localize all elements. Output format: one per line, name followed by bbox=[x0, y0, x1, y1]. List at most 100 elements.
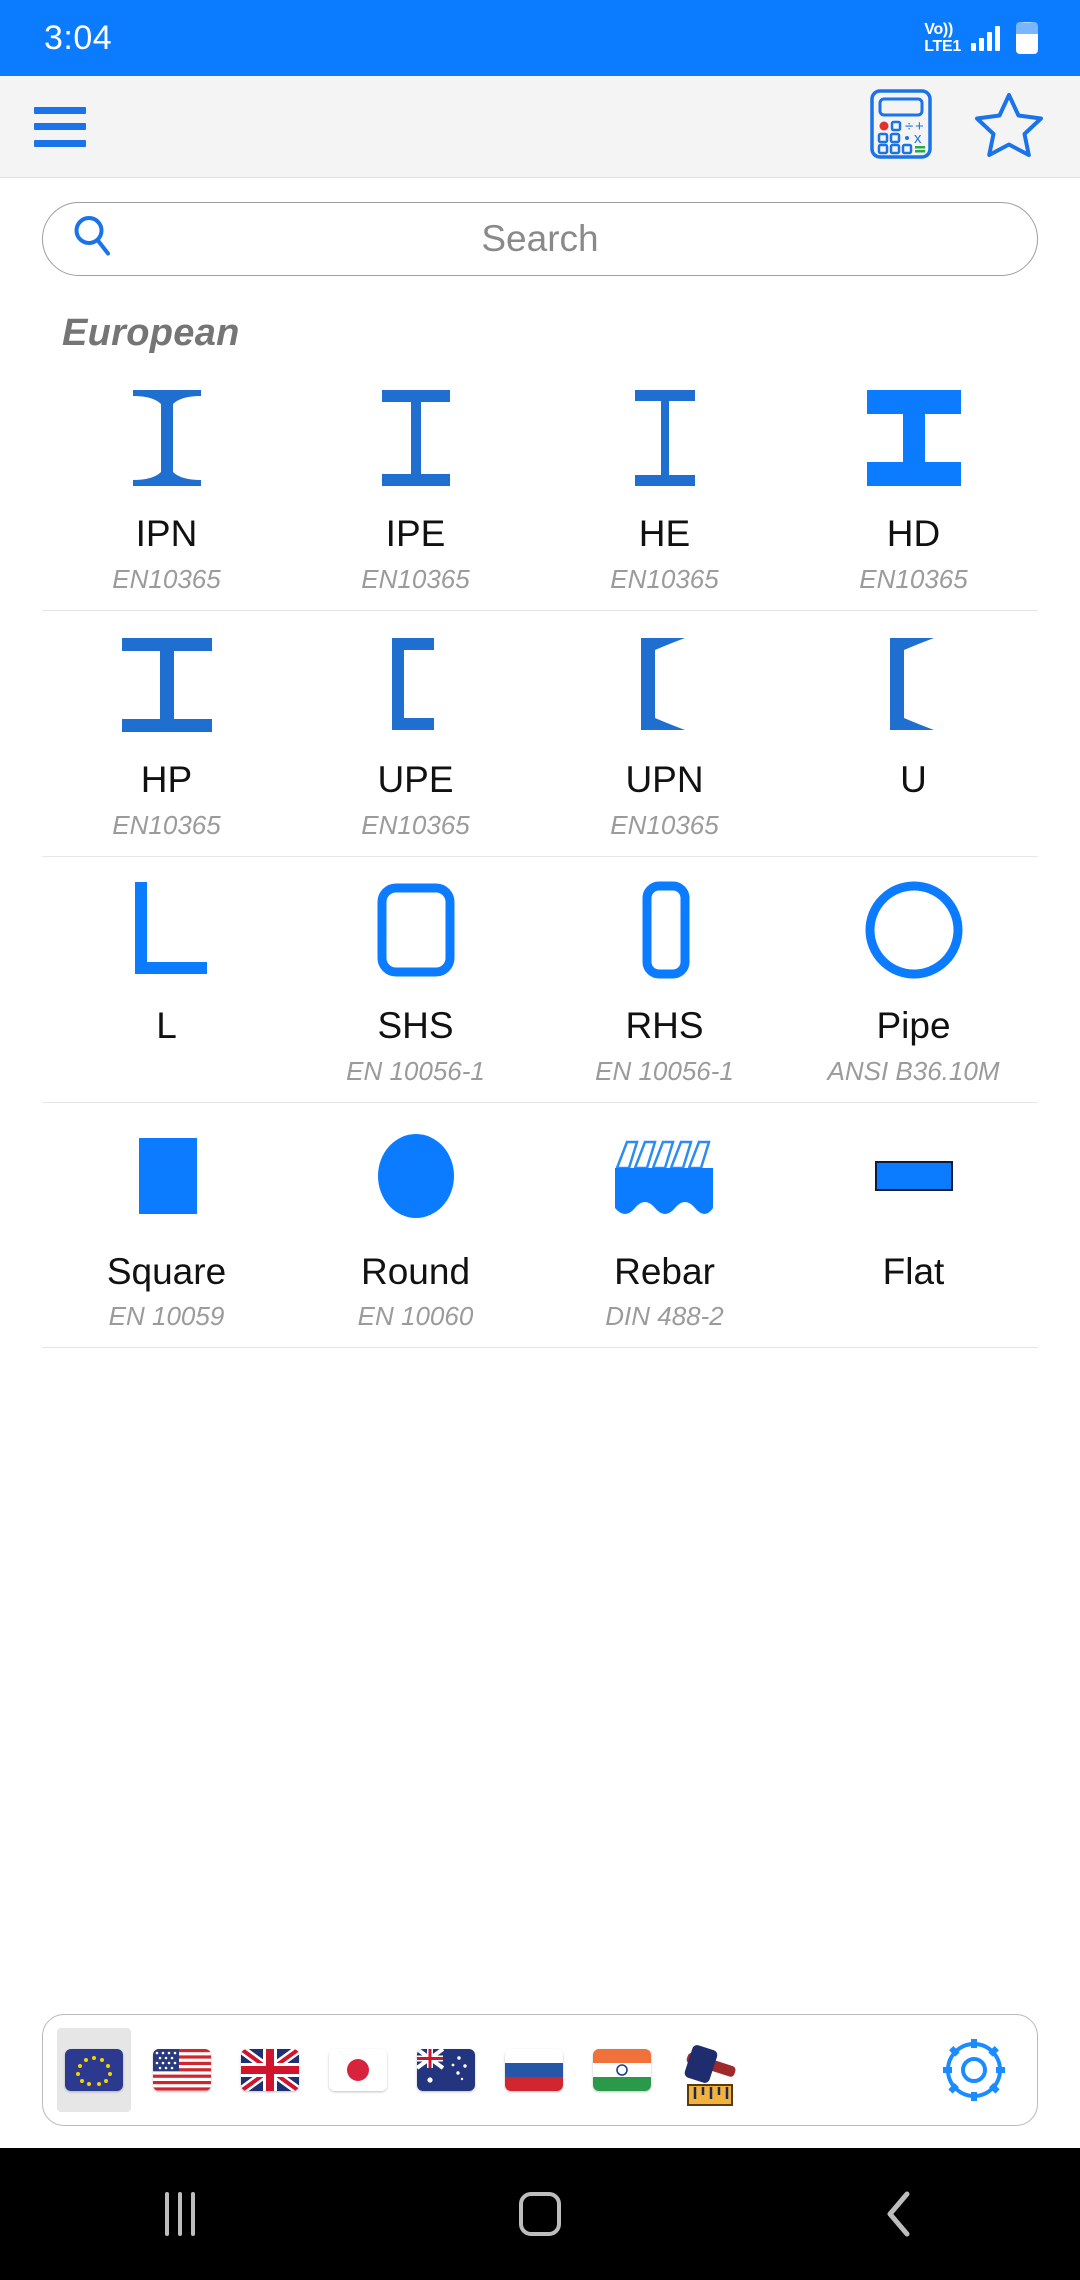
channel-tapered-icon bbox=[625, 625, 705, 743]
profile-cell-l[interactable]: L bbox=[42, 857, 291, 1102]
profile-name: Flat bbox=[882, 1250, 945, 1292]
profile-cell-hd[interactable]: HD EN10365 bbox=[789, 365, 1038, 610]
profile-cell-ipe[interactable]: IPE EN10365 bbox=[291, 365, 540, 610]
status-icons: Vo)) LTE1 bbox=[924, 20, 1038, 55]
search-input[interactable]: Search bbox=[43, 218, 1037, 260]
profile-cell-upe[interactable]: UPE EN10365 bbox=[291, 611, 540, 856]
status-bar: 3:04 Vo)) LTE1 bbox=[0, 0, 1080, 76]
profile-grid: IPN EN10365 IPE EN10365 HE EN10365 HD EN… bbox=[0, 365, 1080, 1349]
profile-standard: EN10365 bbox=[112, 809, 221, 840]
solid-round-bar-icon bbox=[364, 1117, 468, 1235]
home-icon[interactable] bbox=[480, 2148, 600, 2280]
profile-name: UPN bbox=[625, 758, 704, 800]
profile-standard: ANSI B36.10M bbox=[827, 1055, 1000, 1086]
profile-name: UPE bbox=[377, 758, 454, 800]
profile-name: U bbox=[900, 758, 927, 800]
pipe-circle-icon bbox=[862, 871, 966, 989]
gear-icon[interactable] bbox=[931, 2037, 1017, 2103]
flag-eu-icon[interactable] bbox=[57, 2028, 131, 2112]
profile-name: SHS bbox=[377, 1004, 454, 1046]
rectangular-hollow-section-icon bbox=[613, 871, 717, 989]
region-bar-wrapper bbox=[0, 2014, 1080, 2148]
profile-cell-ipn[interactable]: IPN EN10365 bbox=[42, 365, 291, 610]
profile-cell-flat[interactable]: Flat bbox=[789, 1103, 1038, 1348]
recents-icon[interactable] bbox=[120, 2148, 240, 2280]
flag-uk-icon[interactable] bbox=[233, 2028, 307, 2112]
app-bar-actions: ÷ + x bbox=[870, 89, 1044, 164]
profile-name: RHS bbox=[625, 1004, 704, 1046]
region-bar bbox=[42, 2014, 1038, 2126]
section-title: European bbox=[62, 312, 240, 354]
flag-russia-icon[interactable] bbox=[497, 2028, 571, 2112]
profile-standard: EN10365 bbox=[112, 563, 221, 594]
profile-cell-round[interactable]: Round EN 10060 bbox=[291, 1103, 540, 1348]
volte-label-bottom: LTE1 bbox=[924, 37, 961, 55]
star-outline-icon[interactable] bbox=[974, 91, 1044, 162]
profile-cell-hp[interactable]: HP EN10365 bbox=[42, 611, 291, 856]
flag-us-icon[interactable] bbox=[145, 2028, 219, 2112]
square-hollow-section-icon bbox=[364, 871, 468, 989]
profile-name: Square bbox=[106, 1250, 227, 1292]
i-beam-tapered-icon bbox=[115, 379, 219, 497]
svg-text:x: x bbox=[914, 130, 922, 147]
flag-india-icon[interactable] bbox=[585, 2028, 659, 2112]
profile-name: L bbox=[156, 1004, 177, 1046]
h-beam-wide-icon bbox=[859, 379, 969, 497]
search-bar[interactable]: Search bbox=[42, 202, 1038, 276]
flag-australia-icon[interactable] bbox=[409, 2028, 483, 2112]
android-nav-bar bbox=[0, 2148, 1080, 2280]
app-bar: ÷ + x bbox=[0, 76, 1080, 178]
battery-icon bbox=[1016, 22, 1038, 54]
channel-u-icon bbox=[874, 625, 954, 743]
profile-name: HP bbox=[140, 758, 193, 800]
profile-cell-rhs[interactable]: RHS EN 10056-1 bbox=[540, 857, 789, 1102]
flag-japan-icon[interactable] bbox=[321, 2028, 395, 2112]
profile-cell-upn[interactable]: UPN EN10365 bbox=[540, 611, 789, 856]
profile-name: HD bbox=[886, 513, 941, 554]
profile-standard: EN 10056-1 bbox=[595, 1055, 734, 1086]
profile-standard: DIN 488-2 bbox=[605, 1301, 724, 1332]
profile-cell-pipe[interactable]: Pipe ANSI B36.10M bbox=[789, 857, 1038, 1102]
profile-standard: EN10365 bbox=[859, 563, 968, 594]
profile-name: HE bbox=[638, 513, 691, 554]
profile-standard: EN10365 bbox=[361, 809, 470, 840]
profile-row: IPN EN10365 IPE EN10365 HE EN10365 HD EN… bbox=[42, 365, 1038, 611]
hamburger-menu-icon[interactable] bbox=[34, 106, 86, 147]
hammer-ruler-icon[interactable] bbox=[673, 2028, 747, 2112]
volte-icon: Vo)) LTE1 bbox=[924, 20, 961, 55]
flat-bar-icon bbox=[862, 1117, 966, 1235]
h-beam-icon bbox=[613, 379, 717, 497]
svg-text:÷: ÷ bbox=[905, 118, 913, 135]
profile-standard: EN 10060 bbox=[357, 1301, 474, 1332]
angle-icon bbox=[115, 871, 219, 989]
channel-icon bbox=[376, 625, 456, 743]
calculator-icon[interactable]: ÷ + x bbox=[870, 89, 932, 164]
signal-bars-icon bbox=[971, 25, 1000, 51]
solid-square-bar-icon bbox=[115, 1117, 219, 1235]
status-clock: 3:04 bbox=[44, 19, 113, 57]
profile-row: L SHS EN 10056-1 RHS EN 10056-1 Pipe ANS… bbox=[42, 857, 1038, 1103]
profile-name: Rebar bbox=[614, 1250, 715, 1292]
profile-cell-square[interactable]: Square EN 10059 bbox=[42, 1103, 291, 1348]
profile-standard: EN10365 bbox=[361, 563, 470, 594]
profile-name: Pipe bbox=[876, 1004, 951, 1046]
region-flags bbox=[57, 2028, 931, 2112]
search-icon bbox=[71, 214, 115, 265]
profile-standard: EN 10059 bbox=[108, 1301, 225, 1332]
back-chevron-icon[interactable] bbox=[840, 2148, 960, 2280]
profile-name: IPE bbox=[385, 513, 446, 554]
search-section: Search bbox=[0, 178, 1080, 276]
profile-cell-shs[interactable]: SHS EN 10056-1 bbox=[291, 857, 540, 1102]
volte-label-top: Vo)) bbox=[924, 20, 953, 38]
profile-name: IPN bbox=[135, 513, 198, 554]
profile-cell-he[interactable]: HE EN10365 bbox=[540, 365, 789, 610]
app-screen: 3:04 Vo)) LTE1 ÷ + x Search European IPN… bbox=[0, 0, 1080, 2280]
profile-row: Square EN 10059 Round EN 10060 Rebar DIN… bbox=[42, 1103, 1038, 1349]
i-beam-icon bbox=[364, 379, 468, 497]
profile-cell-rebar[interactable]: Rebar DIN 488-2 bbox=[540, 1103, 789, 1348]
profile-cell-u[interactable]: U bbox=[789, 611, 1038, 856]
profile-row: HP EN10365 UPE EN10365 UPN EN10365 U bbox=[42, 611, 1038, 857]
profile-standard: EN10365 bbox=[610, 809, 719, 840]
rebar-icon bbox=[607, 1117, 723, 1235]
